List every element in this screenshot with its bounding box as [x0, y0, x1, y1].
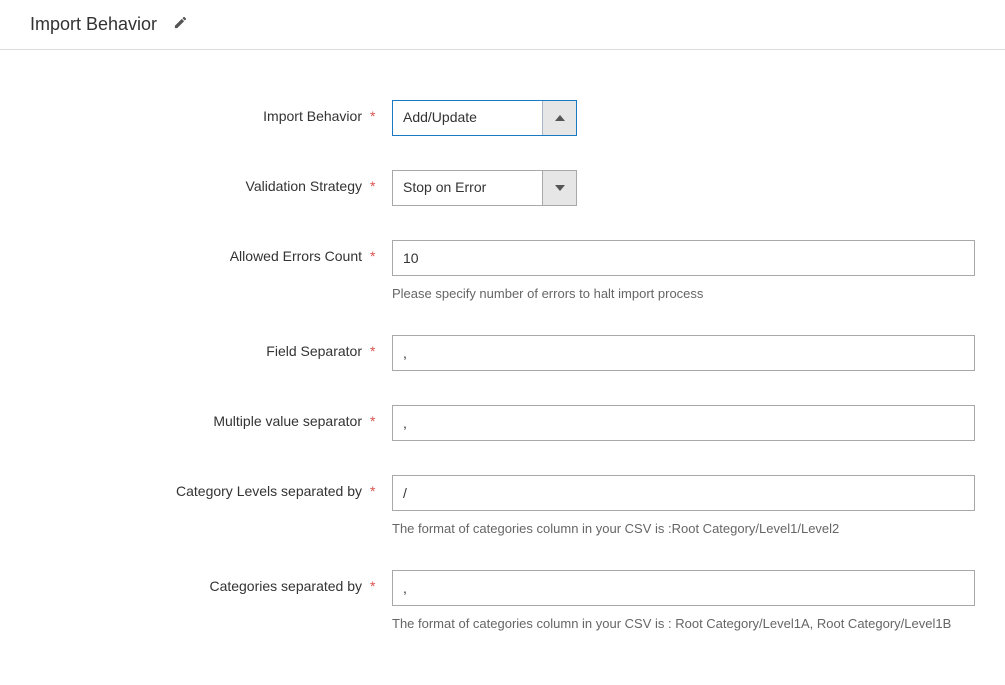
chevron-up-icon[interactable] [542, 101, 576, 135]
form-body: Import Behavior * Add/Update Validation … [0, 50, 1005, 685]
input-field-separator[interactable] [392, 335, 975, 371]
required-star: * [370, 240, 392, 264]
input-category-levels-sep[interactable] [392, 475, 975, 511]
label-multi-value-separator: Multiple value separator [30, 405, 370, 429]
chevron-down-icon[interactable] [542, 171, 576, 205]
pencil-icon[interactable] [173, 15, 188, 34]
required-star: * [370, 335, 392, 359]
help-category-levels-sep: The format of categories column in your … [392, 521, 975, 536]
required-star: * [370, 100, 392, 124]
row-category-levels-sep: Category Levels separated by * The forma… [30, 475, 975, 536]
label-import-behavior: Import Behavior [30, 100, 370, 124]
help-categories-sep: The format of categories column in your … [392, 616, 975, 631]
label-validation-strategy: Validation Strategy [30, 170, 370, 194]
help-allowed-errors: Please specify number of errors to halt … [392, 286, 975, 301]
select-value: Add/Update [393, 101, 542, 135]
row-allowed-errors: Allowed Errors Count * Please specify nu… [30, 240, 975, 301]
section-title: Import Behavior [30, 14, 157, 35]
input-allowed-errors[interactable] [392, 240, 975, 276]
select-value: Stop on Error [393, 171, 542, 205]
required-star: * [370, 405, 392, 429]
input-multi-value-separator[interactable] [392, 405, 975, 441]
section-header: Import Behavior [0, 0, 1005, 50]
required-star: * [370, 570, 392, 594]
row-categories-sep: Categories separated by * The format of … [30, 570, 975, 631]
label-allowed-errors: Allowed Errors Count [30, 240, 370, 264]
row-multi-value-separator: Multiple value separator * [30, 405, 975, 441]
label-categories-sep: Categories separated by [30, 570, 370, 594]
input-categories-sep[interactable] [392, 570, 975, 606]
row-import-behavior: Import Behavior * Add/Update [30, 100, 975, 136]
label-field-separator: Field Separator [30, 335, 370, 359]
select-import-behavior[interactable]: Add/Update [392, 100, 577, 136]
required-star: * [370, 475, 392, 499]
required-star: * [370, 170, 392, 194]
select-validation-strategy[interactable]: Stop on Error [392, 170, 577, 206]
row-validation-strategy: Validation Strategy * Stop on Error [30, 170, 975, 206]
label-category-levels-sep: Category Levels separated by [30, 475, 370, 499]
row-field-separator: Field Separator * [30, 335, 975, 371]
